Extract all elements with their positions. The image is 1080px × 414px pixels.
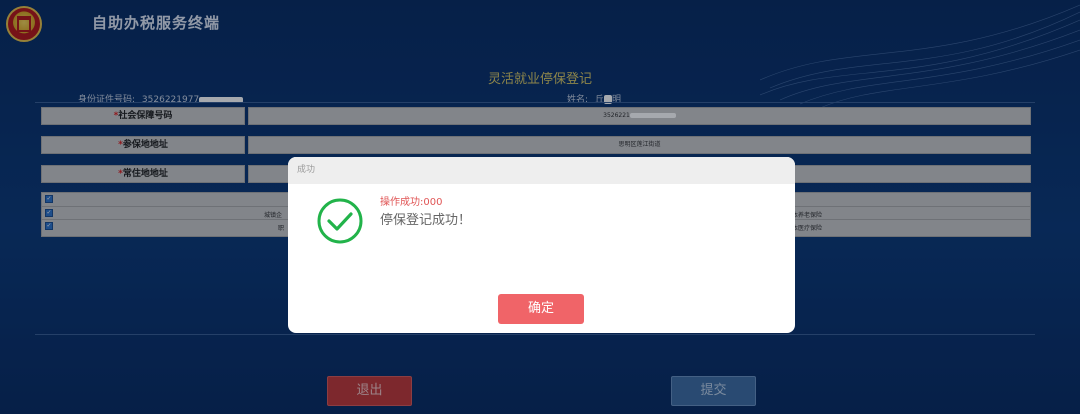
confirm-button[interactable]: 确定 (498, 294, 584, 324)
success-dialog: 成功 操作成功:000 停保登记成功！ 确定 (288, 157, 795, 333)
result-code-text: 操作成功:000 (380, 197, 443, 208)
check-circle-icon (317, 198, 363, 244)
success-message: 停保登记成功！ (380, 213, 472, 228)
dialog-title: 成功 (288, 157, 795, 184)
